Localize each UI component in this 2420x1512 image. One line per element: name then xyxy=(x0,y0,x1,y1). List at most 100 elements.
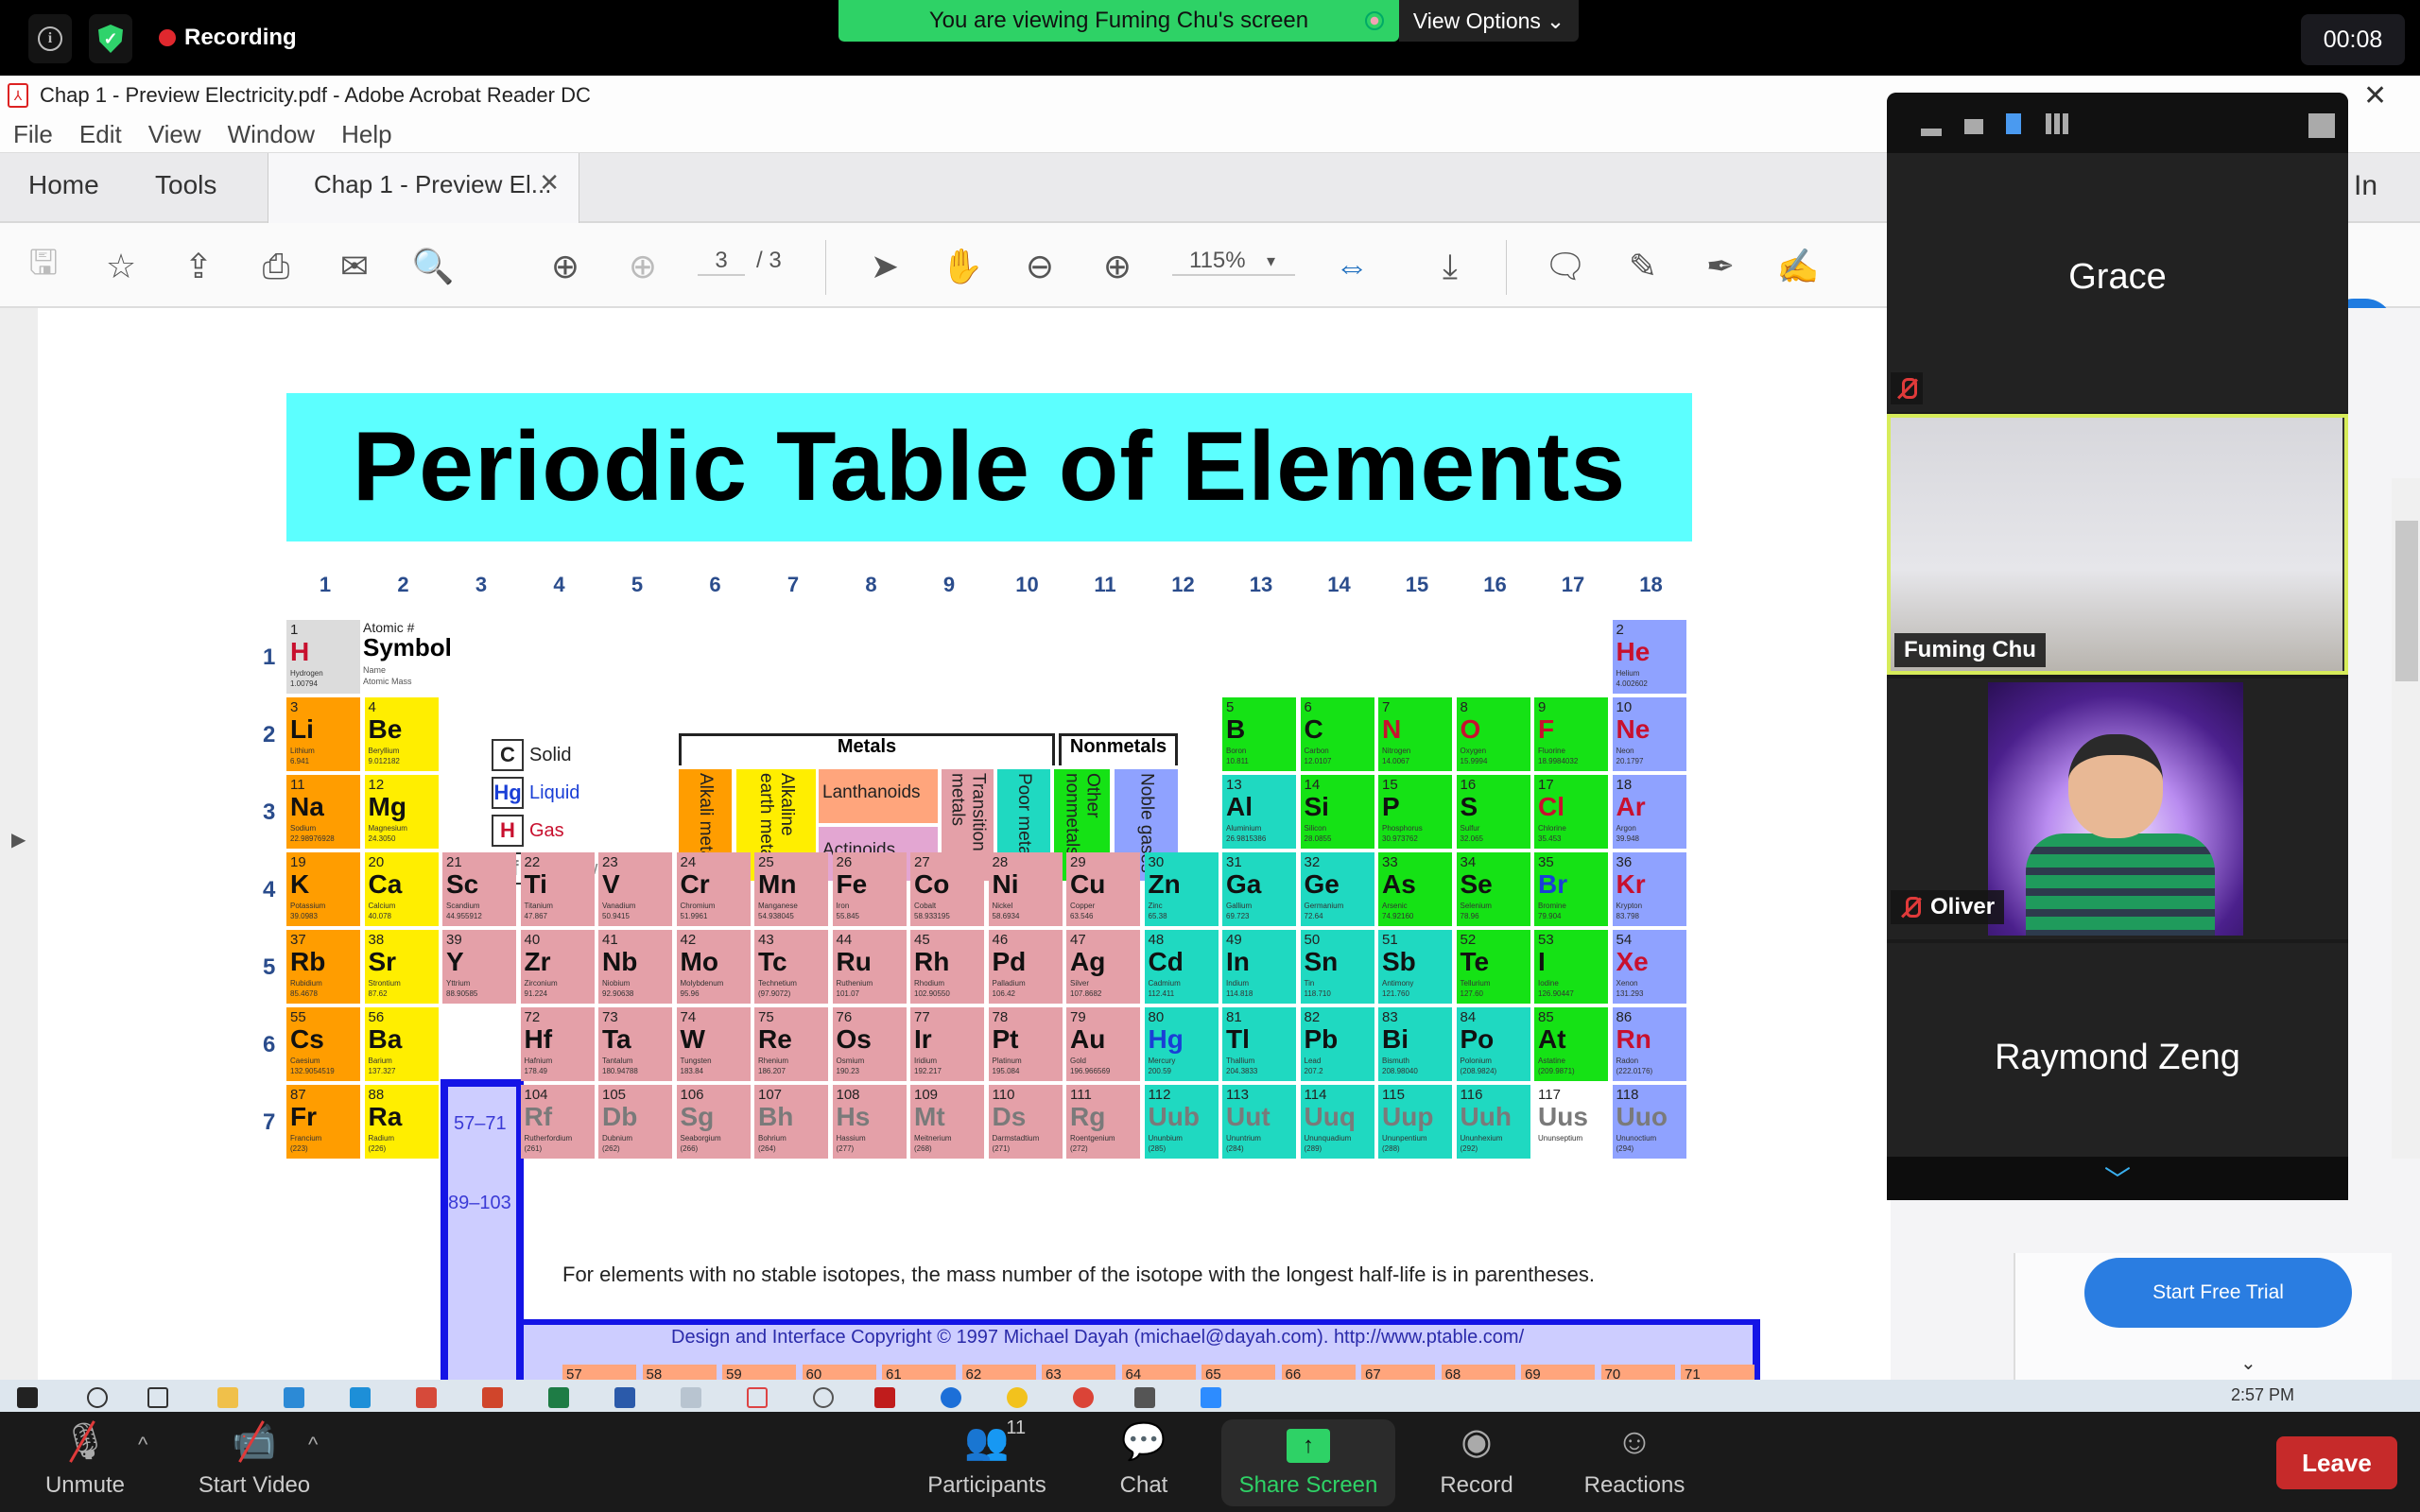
start-icon[interactable] xyxy=(17,1387,38,1408)
menu-view[interactable]: View xyxy=(148,115,201,152)
key-symbol: Symbol xyxy=(363,633,452,662)
snipping-tool-icon[interactable] xyxy=(747,1387,768,1408)
gallery-scroll-down-button[interactable]: ﹀ xyxy=(1887,1157,2348,1200)
close-tab-icon[interactable]: ✕ xyxy=(539,168,560,198)
zoom-dropdown-icon[interactable]: ▾ xyxy=(1267,251,1275,271)
element-number: 52 xyxy=(1460,932,1477,948)
element-cell-db: 105 Db Dubnium (262) xyxy=(598,1085,672,1159)
fill-sign-icon[interactable]: ✍ xyxy=(1777,246,1820,287)
tab-home[interactable]: Home xyxy=(28,170,99,200)
element-symbol: Li xyxy=(290,714,314,744)
expand-left-panel-icon[interactable]: ▶ xyxy=(11,828,26,851)
element-name: Ununoctium xyxy=(1616,1134,1657,1143)
chrome-icon[interactable] xyxy=(1073,1387,1094,1408)
select-cursor-icon[interactable]: ➤ xyxy=(864,246,906,287)
next-page-icon[interactable]: ⊕ xyxy=(622,246,664,287)
menu-help[interactable]: Help xyxy=(341,115,391,152)
excel-icon[interactable] xyxy=(548,1387,569,1408)
element-number: 42 xyxy=(680,932,697,948)
participant-tile-oliver[interactable]: Oliver xyxy=(1887,679,2348,939)
meeting-info-button[interactable]: i xyxy=(28,14,72,63)
sign-icon[interactable]: ✒ xyxy=(1700,246,1741,287)
unmute-button[interactable]: 🎙 Unmute xyxy=(26,1419,144,1506)
powerpoint-icon[interactable] xyxy=(482,1387,503,1408)
window-close-icon[interactable]: ✕ xyxy=(2363,79,2387,112)
bookmark-star-icon[interactable]: ☆ xyxy=(100,246,142,287)
element-name: Antimony xyxy=(1382,979,1414,988)
element-cell-os: 76 Os Osmium 190.23 xyxy=(832,1007,907,1081)
state-legend-label: Gas xyxy=(529,820,564,841)
edge-icon[interactable] xyxy=(941,1387,961,1408)
scroll-down-icon[interactable]: ⌄ xyxy=(2240,1351,2256,1375)
tab-document[interactable]: Chap 1 - Preview El... ✕ xyxy=(268,153,579,223)
participant-tile-fuming-chu[interactable]: Fuming Chu xyxy=(1887,414,2348,675)
cloud-upload-icon[interactable]: ⇪ xyxy=(178,246,219,287)
hand-tool-icon[interactable]: ✋ xyxy=(942,246,984,287)
scrollbar-thumb[interactable] xyxy=(2395,521,2418,681)
highlight-icon[interactable]: ✎ xyxy=(1622,246,1664,287)
element-cell-nd: 60NdNeodymium144.242 xyxy=(802,1365,876,1380)
save-icon[interactable]: 🖫 xyxy=(23,243,64,287)
acrobat-taskbar-icon[interactable] xyxy=(874,1387,895,1408)
share-screen-button[interactable]: ↑ Share Screen xyxy=(1221,1419,1395,1506)
sign-in-link[interactable]: In xyxy=(2354,170,2377,202)
security-button[interactable]: ✓ xyxy=(89,14,132,63)
element-number: 49 xyxy=(1226,932,1242,948)
gmail-icon[interactable] xyxy=(416,1387,437,1408)
strip-view-icon[interactable] xyxy=(2006,113,2021,134)
zoom-out-icon[interactable]: ⊖ xyxy=(1019,246,1061,287)
element-number: 51 xyxy=(1382,932,1398,948)
tab-tools[interactable]: Tools xyxy=(155,170,216,200)
element-number: 23 xyxy=(602,854,618,870)
element-number: 19 xyxy=(290,854,306,870)
start-free-trial-button[interactable]: Start Free Trial xyxy=(2084,1258,2352,1328)
notepad-icon[interactable] xyxy=(681,1387,701,1408)
zoom-in-icon[interactable]: ⊕ xyxy=(1097,246,1138,287)
participant-tile-grace[interactable]: Grace xyxy=(1887,153,2348,412)
zoom-taskbar-icon[interactable] xyxy=(1201,1387,1221,1408)
file-explorer-icon[interactable] xyxy=(217,1387,238,1408)
video-options-caret-icon[interactable]: ^ xyxy=(308,1433,318,1457)
menu-file[interactable]: File xyxy=(13,115,53,152)
app-icon[interactable] xyxy=(813,1387,834,1408)
menu-window[interactable]: Window xyxy=(228,115,315,152)
scroll-mode-icon[interactable]: ⤓ xyxy=(1429,246,1471,287)
exit-fullscreen-icon[interactable] xyxy=(2308,113,2335,138)
app-icon[interactable] xyxy=(350,1387,371,1408)
toolbar-divider xyxy=(1506,240,1507,295)
minimize-view-icon[interactable] xyxy=(1921,129,1942,136)
print-icon[interactable]: ⎙ xyxy=(255,246,297,287)
previous-page-icon[interactable]: ⊕ xyxy=(544,246,586,287)
fit-page-icon[interactable]: ⇔ xyxy=(1331,246,1373,287)
menu-edit[interactable]: Edit xyxy=(79,115,122,152)
element-symbol: Rh xyxy=(914,947,950,976)
ie-icon[interactable] xyxy=(1007,1387,1028,1408)
app-icon[interactable] xyxy=(1134,1387,1155,1408)
start-video-button[interactable]: 📹 Start Video xyxy=(185,1419,323,1506)
leave-button[interactable]: Leave xyxy=(2276,1436,2397,1489)
copyright-link[interactable]: Design and Interface Copyright © 1997 Mi… xyxy=(671,1327,1524,1349)
participant-tile-raymond-zeng[interactable]: Raymond Zeng xyxy=(1887,943,2348,1157)
speaker-view-icon[interactable] xyxy=(1964,119,1983,134)
element-cell-c: 6 C Carbon 12.0107 xyxy=(1300,697,1374,771)
store-icon[interactable] xyxy=(284,1387,304,1408)
element-name: Ununbium xyxy=(1148,1134,1183,1143)
email-icon[interactable]: ✉ xyxy=(334,246,375,287)
zoom-level-input[interactable]: 115% xyxy=(1172,248,1295,276)
search-icon[interactable] xyxy=(87,1387,108,1408)
chat-button[interactable]: 💬 Chat xyxy=(1104,1419,1184,1506)
task-view-icon[interactable] xyxy=(147,1387,168,1408)
comment-icon[interactable]: 🗨 xyxy=(1544,246,1587,287)
search-icon[interactable]: 🔍 xyxy=(412,246,455,287)
audio-options-caret-icon[interactable]: ^ xyxy=(138,1433,147,1457)
record-button[interactable]: ◉ Record xyxy=(1429,1419,1524,1506)
reactions-button[interactable]: ☺ Reactions xyxy=(1573,1419,1696,1506)
recording-dot-icon xyxy=(159,29,176,46)
element-symbol: Uub xyxy=(1148,1102,1200,1131)
word-icon[interactable] xyxy=(614,1387,635,1408)
participants-button[interactable]: 👥 11 Participants xyxy=(913,1418,1061,1506)
view-options-button[interactable]: View Options ⌄ xyxy=(1399,0,1579,42)
page-number-input[interactable]: 3 xyxy=(698,248,745,276)
gallery-view-icon[interactable] xyxy=(2046,113,2068,134)
document-viewport[interactable]: ▶ Periodic Table of Elements 1 2 3 4 5 6 7 8 9 10… xyxy=(0,308,1891,1380)
